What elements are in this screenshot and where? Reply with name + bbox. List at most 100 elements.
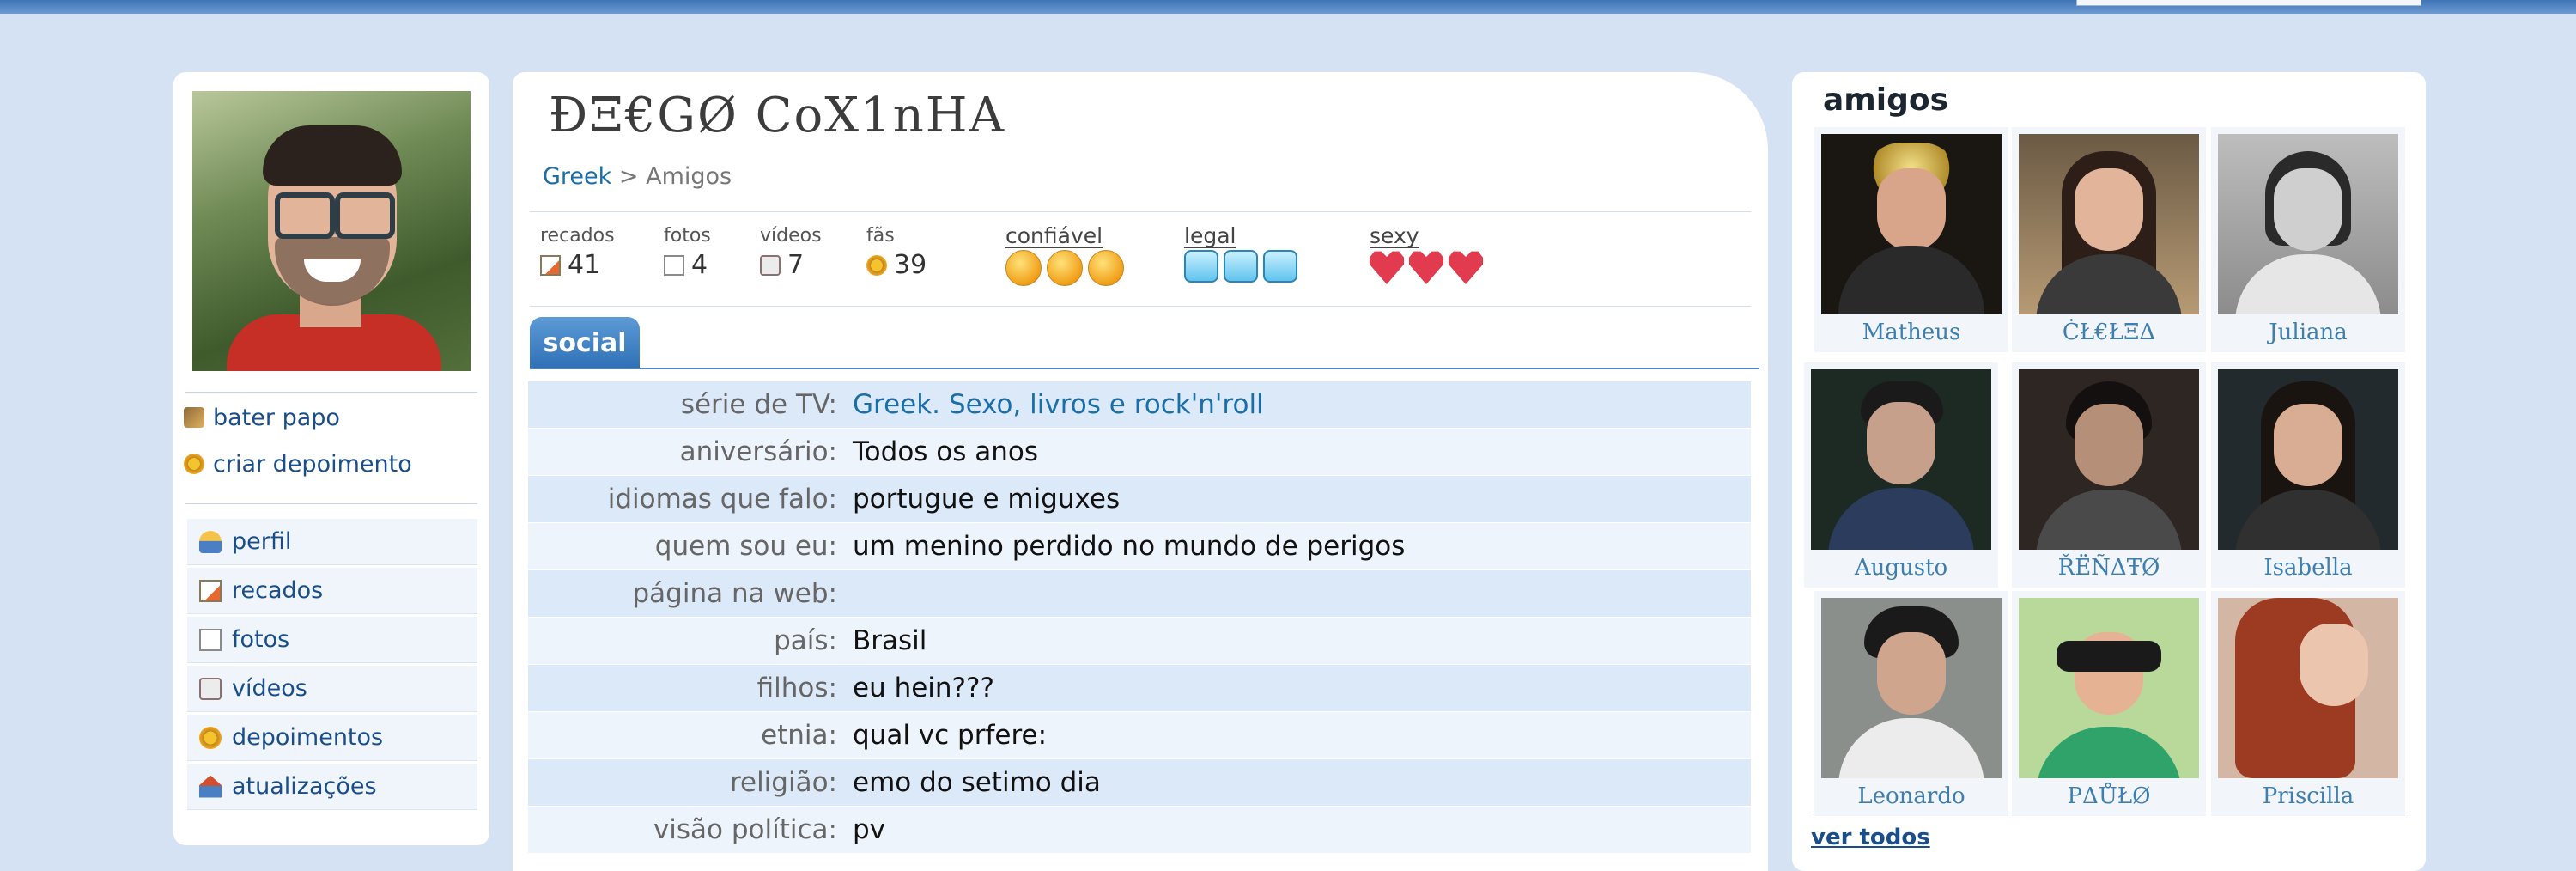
photos-icon	[199, 628, 222, 651]
stat-value: 4	[691, 250, 708, 280]
photos-icon	[664, 254, 684, 276]
info-value: pv	[853, 814, 886, 845]
rating-label: sexy	[1370, 223, 1419, 248]
menu-label: fotos	[232, 626, 290, 653]
friend-card[interactable]: Isabella	[2211, 362, 2405, 588]
stat-videos[interactable]: vídeos 7	[760, 225, 822, 280]
friend-card[interactable]: Augusto	[1804, 362, 1998, 588]
friend-name[interactable]: ĊŁ€ŁΞΔ	[2012, 320, 2206, 345]
profile-menu: perfil recados fotos vídeos depoimentos …	[187, 519, 477, 813]
testimonial-icon	[184, 454, 204, 474]
friend-photo[interactable]	[2019, 369, 2199, 550]
info-key: visão política:	[653, 814, 837, 845]
friend-photo[interactable]	[1811, 369, 1991, 550]
tab-social[interactable]: social	[530, 317, 640, 368]
info-value-link[interactable]: Greek. Sexo, livros e rock'n'roll	[853, 389, 1264, 420]
friend-card[interactable]: ĊŁ€ŁΞΔ	[2012, 127, 2206, 352]
stat-fas[interactable]: fãs 39	[866, 225, 927, 280]
friend-card[interactable]: Priscilla	[2211, 591, 2405, 816]
info-row-filhos: filhos: eu hein???	[528, 665, 1751, 711]
menu-item-depoimentos[interactable]: depoimentos	[187, 715, 477, 761]
friend-card[interactable]: Matheus	[1814, 127, 2008, 352]
chat-icon	[184, 407, 204, 428]
stat-label: fãs	[866, 225, 895, 247]
ice-cube-icon	[1263, 250, 1297, 283]
smiley-icon	[1047, 250, 1083, 286]
info-value: Todos os anos	[853, 436, 1039, 467]
menu-item-atualizacoes[interactable]: atualizações	[187, 764, 477, 810]
menu-item-perfil[interactable]: perfil	[187, 519, 477, 565]
divider	[530, 306, 1751, 307]
breadcrumb-separator: >	[618, 163, 639, 190]
info-value: eu hein???	[853, 673, 994, 704]
info-key: série de TV:	[680, 389, 837, 420]
friend-card[interactable]: ŘЁÑΔŦØ	[2012, 362, 2206, 588]
info-key: quem sou eu:	[654, 531, 837, 562]
chat-label: bater papo	[213, 404, 340, 431]
friend-name[interactable]: Juliana	[2211, 320, 2405, 345]
stat-recados[interactable]: recados 41	[540, 225, 615, 280]
info-key: página na web:	[632, 578, 837, 609]
stat-label: vídeos	[760, 225, 822, 247]
info-row-religiao: religião: emo do setimo dia	[528, 759, 1751, 806]
info-value: portugue e miguxes	[853, 484, 1121, 515]
menu-item-recados[interactable]: recados	[187, 568, 477, 614]
profile-sidebar: bater papo criar depoimento perfil recad…	[173, 72, 489, 845]
info-row-idiomas: idiomas que falo: portugue e miguxes	[528, 476, 1751, 522]
ice-cube-icon	[1184, 250, 1218, 283]
stat-label: fotos	[664, 225, 711, 247]
friend-name[interactable]: Isabella	[2211, 555, 2405, 581]
info-row-pagina-web: página na web:	[528, 570, 1751, 617]
info-value: qual vc prfere:	[853, 720, 1048, 751]
rating-legal[interactable]: legal	[1184, 223, 1303, 283]
chat-button[interactable]: bater papo	[184, 404, 340, 431]
friend-name[interactable]: Matheus	[1814, 320, 2008, 345]
ice-cube-icon	[1224, 250, 1258, 283]
info-value: um menino perdido no mundo de perigos	[853, 531, 1406, 562]
friend-name[interactable]: PΔŮŁØ	[2012, 783, 2206, 809]
profile-photo[interactable]	[192, 91, 471, 371]
stat-value: 41	[568, 250, 601, 280]
see-all-friends-link[interactable]: ver todos	[1811, 825, 1930, 850]
breadcrumb: Greek > Amigos	[543, 163, 732, 190]
menu-item-videos[interactable]: vídeos	[187, 666, 477, 712]
breadcrumb-current: Amigos	[646, 163, 732, 190]
friends-title: amigos	[1823, 82, 1949, 118]
friend-photo[interactable]	[1821, 134, 2002, 314]
friend-photo[interactable]	[2218, 369, 2398, 550]
scraps-icon	[540, 254, 561, 276]
stat-fotos[interactable]: fotos 4	[664, 225, 711, 280]
friend-card[interactable]: Juliana	[2211, 127, 2405, 352]
top-bar	[0, 0, 2576, 14]
rating-confiavel[interactable]: confiável	[1005, 223, 1129, 286]
info-key: religião:	[729, 767, 837, 798]
create-testimonial-button[interactable]: criar depoimento	[184, 450, 412, 478]
friend-name[interactable]: ŘЁÑΔŦØ	[2012, 555, 2206, 581]
smiley-icon	[1005, 250, 1042, 286]
top-search-field[interactable]	[2076, 0, 2421, 6]
scraps-icon	[199, 579, 222, 602]
friend-photo[interactable]	[2019, 598, 2199, 778]
info-value: Brasil	[853, 625, 927, 656]
friend-name[interactable]: Augusto	[1804, 555, 1998, 581]
menu-item-fotos[interactable]: fotos	[187, 617, 477, 663]
friend-card[interactable]: PΔŮŁØ	[2012, 591, 2206, 816]
breadcrumb-link[interactable]: Greek	[543, 163, 611, 190]
videos-icon	[760, 254, 781, 276]
friend-photo[interactable]	[2218, 134, 2398, 314]
info-row-visao-politica: visão política: pv	[528, 807, 1751, 853]
stat-value: 7	[787, 250, 805, 280]
info-row-quem-sou-eu: quem sou eu: um menino perdido no mundo …	[528, 523, 1751, 570]
friend-photo[interactable]	[2019, 134, 2199, 314]
friend-name[interactable]: Priscilla	[2211, 783, 2405, 809]
friend-photo[interactable]	[2218, 598, 2398, 778]
divider	[530, 211, 1751, 212]
rating-sexy[interactable]: sexy	[1370, 223, 1488, 284]
friend-photo[interactable]	[1821, 598, 2002, 778]
friend-card[interactable]: Leonardo	[1814, 591, 2008, 816]
info-row-serie-tv: série de TV: Greek. Sexo, livros e rock'…	[528, 381, 1751, 428]
friend-name[interactable]: Leonardo	[1814, 783, 2008, 809]
info-key: país:	[774, 625, 837, 656]
tab-underline	[530, 368, 1759, 369]
info-row-etnia: etnia: qual vc prfere:	[528, 712, 1751, 758]
